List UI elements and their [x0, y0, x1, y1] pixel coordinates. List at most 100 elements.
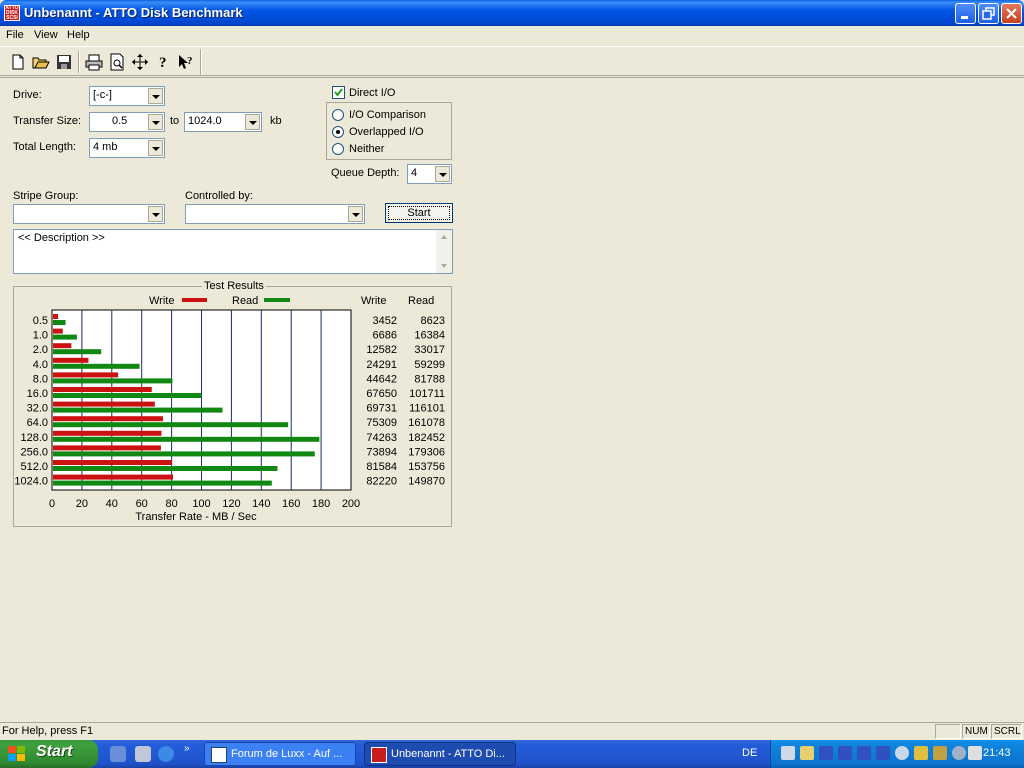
- chevron-down-icon[interactable]: [148, 140, 163, 156]
- new-button[interactable]: [8, 52, 28, 72]
- print-preview-icon: [110, 53, 124, 71]
- start-button[interactable]: Start: [385, 203, 453, 223]
- open-button[interactable]: [31, 52, 51, 72]
- tray-cpu-icon[interactable]: [819, 746, 833, 760]
- window-title: Unbenannt - ATTO Disk Benchmark: [24, 5, 243, 20]
- quicklaunch-desktop-icon[interactable]: [135, 746, 151, 762]
- close-button[interactable]: [1001, 3, 1022, 24]
- title-bar[interactable]: ATTO DISK SCSI Unbenannt - ATTO Disk Ben…: [0, 0, 1024, 26]
- drive-label: Drive:: [13, 89, 42, 101]
- status-scrl-indicator: SCRL: [991, 724, 1022, 739]
- toolbar: ? ?: [0, 46, 1024, 76]
- task-label: Forum de Luxx - Auf ...: [231, 748, 343, 760]
- direct-io-checkbox[interactable]: [332, 86, 345, 99]
- quicklaunch-browser-icon[interactable]: [110, 746, 126, 762]
- help-icon: ?: [159, 55, 167, 71]
- menu-view[interactable]: View: [34, 29, 58, 41]
- windows-logo-icon: [8, 746, 25, 761]
- neither-label[interactable]: Neither: [349, 143, 384, 155]
- task-label: Unbenannt - ATTO Di...: [391, 748, 505, 760]
- scroll-arrows-icon: [441, 235, 447, 268]
- stripe-group-select[interactable]: [13, 204, 165, 224]
- io-comparison-label[interactable]: I/O Comparison: [349, 109, 426, 121]
- app-icon-text: ATTO DISK SCSI: [5, 5, 19, 21]
- print-preview-button[interactable]: [107, 52, 127, 72]
- language-indicator[interactable]: DE: [742, 747, 757, 759]
- print-icon: [85, 54, 103, 71]
- total-length-value: 4 mb: [93, 141, 118, 153]
- context-help-icon: ?: [179, 55, 193, 69]
- transfer-from-value: 0.5: [112, 115, 128, 127]
- stripe-group-label: Stripe Group:: [13, 190, 79, 202]
- open-icon: [32, 57, 50, 69]
- start-label: Start: [36, 743, 73, 760]
- tray-tools-icon[interactable]: [914, 746, 928, 760]
- description-scrollbar[interactable]: [436, 230, 452, 273]
- test-results-title: Test Results: [202, 280, 266, 292]
- status-cap-indicator: [935, 724, 961, 739]
- context-help-button[interactable]: ?: [176, 52, 196, 72]
- browser-window-icon: [211, 747, 227, 763]
- direct-io-label: Direct I/O: [349, 87, 396, 99]
- status-bar: For Help, press F1 NUM SCRL: [0, 722, 1024, 740]
- quicklaunch-ie-icon[interactable]: [158, 746, 174, 762]
- tray-monitor-icon[interactable]: [933, 746, 947, 760]
- checkmark-icon: [334, 88, 343, 97]
- system-tray: 21:43: [770, 740, 1024, 768]
- queue-depth-select[interactable]: 4: [407, 164, 452, 184]
- chevron-down-icon[interactable]: [435, 166, 450, 182]
- menu-help[interactable]: Help: [67, 29, 90, 41]
- tray-temp-icon[interactable]: [857, 746, 871, 760]
- io-comparison-radio[interactable]: [332, 109, 344, 121]
- transfer-size-label: Transfer Size:: [13, 115, 82, 127]
- tray-network-icon[interactable]: [781, 746, 795, 760]
- chevron-down-icon[interactable]: [245, 114, 260, 130]
- tray-speaker-icon[interactable]: [952, 746, 966, 760]
- total-length-select[interactable]: 4 mb: [89, 138, 165, 158]
- chevron-down-icon[interactable]: [148, 206, 163, 222]
- transfer-size-from-select[interactable]: 0.5: [89, 112, 165, 132]
- help-button[interactable]: ?: [153, 52, 173, 72]
- menu-bar: File View Help: [0, 26, 1024, 45]
- kb-label: kb: [270, 115, 282, 127]
- overlapped-io-radio[interactable]: [332, 126, 344, 138]
- taskbar-button-atto[interactable]: Unbenannt - ATTO Di...: [364, 742, 516, 766]
- drive-select[interactable]: [-c-]: [89, 86, 165, 106]
- controlled-by-select[interactable]: [185, 204, 365, 224]
- svg-text:?: ?: [159, 55, 167, 71]
- restore-icon: [982, 7, 995, 20]
- toolbar-separator: [78, 51, 80, 73]
- save-button[interactable]: [54, 52, 74, 72]
- neither-radio[interactable]: [332, 143, 344, 155]
- status-num-indicator: NUM: [962, 724, 990, 739]
- print-button[interactable]: [84, 52, 104, 72]
- menu-file[interactable]: File: [6, 29, 24, 41]
- tray-temp-icon[interactable]: [876, 746, 890, 760]
- restore-button[interactable]: [978, 3, 999, 24]
- close-icon: [1006, 8, 1017, 19]
- clock[interactable]: 21:43: [983, 747, 1011, 759]
- move-button[interactable]: [130, 52, 150, 72]
- overlapped-io-label[interactable]: Overlapped I/O: [349, 126, 424, 138]
- quicklaunch-more-icon[interactable]: »: [184, 743, 190, 754]
- taskbar-button-forum[interactable]: Forum de Luxx - Auf ...: [204, 742, 356, 766]
- atto-app-icon[interactable]: ATTO DISK SCSI: [4, 5, 20, 21]
- tray-app-icon[interactable]: [800, 746, 814, 760]
- queue-depth-label: Queue Depth:: [331, 167, 400, 179]
- atto-app-icon: [371, 747, 387, 763]
- tray-shield-icon[interactable]: [895, 746, 909, 760]
- controlled-by-label: Controlled by:: [185, 190, 253, 202]
- chevron-down-icon[interactable]: [148, 88, 163, 104]
- chevron-down-icon[interactable]: [148, 114, 163, 130]
- transfer-size-to-select[interactable]: 1024.0: [184, 112, 262, 132]
- tray-usb-icon[interactable]: [968, 746, 982, 760]
- start-menu-button[interactable]: Start: [0, 740, 98, 768]
- minimize-icon: [961, 16, 968, 19]
- toolbar-end-separator: [200, 49, 202, 75]
- transfer-to-value: 1024.0: [188, 115, 222, 127]
- queue-depth-value: 4: [411, 167, 418, 179]
- minimize-button[interactable]: [955, 3, 976, 24]
- description-textarea[interactable]: << Description >>: [13, 229, 453, 274]
- tray-cpu-icon[interactable]: [838, 746, 852, 760]
- chevron-down-icon[interactable]: [348, 206, 363, 222]
